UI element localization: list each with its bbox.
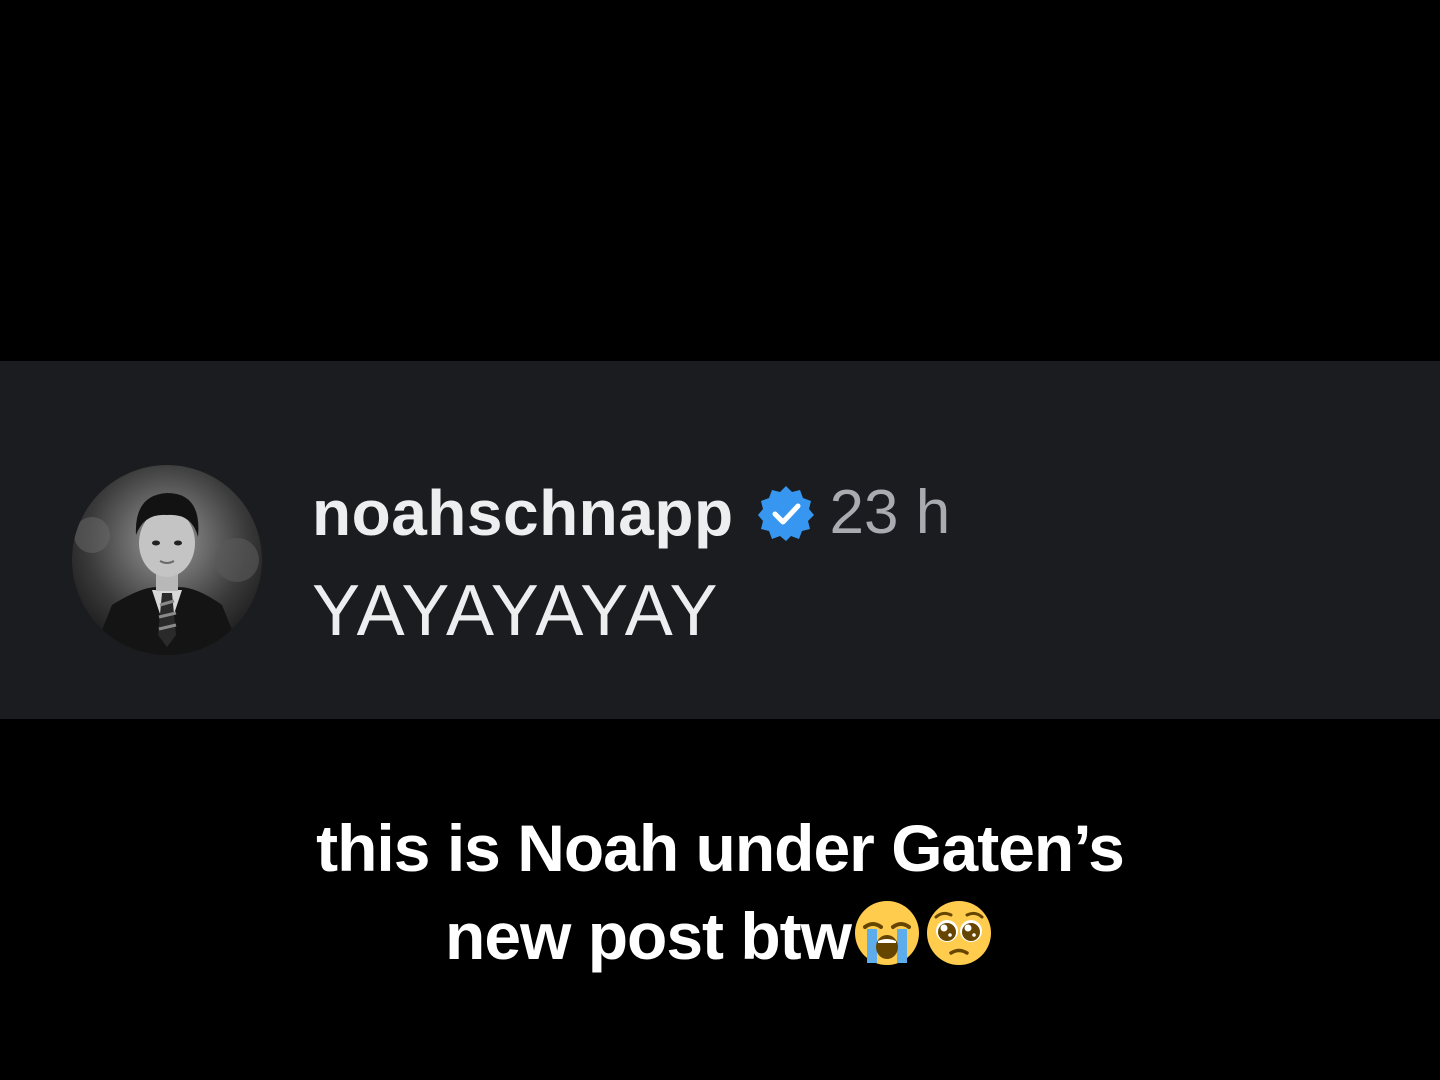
comment-body: noahschnapp 23 h YAYAYAYAY: [312, 473, 1400, 647]
username-link[interactable]: noahschnapp: [312, 481, 734, 545]
caption-line-2-text: new post btw: [445, 899, 852, 973]
caption-line-2: new post btw: [0, 892, 1440, 980]
caption-line-1: this is Noah under Gaten’s: [316, 811, 1125, 885]
comment-card: noahschnapp 23 h YAYAYAYAY: [0, 361, 1440, 719]
comment-meta: noahschnapp 23 h: [312, 473, 1400, 553]
video-frame: noahschnapp 23 h YAYAYAYAY this is Noah …: [0, 0, 1440, 1080]
video-caption: this is Noah under Gaten’s new post btw: [0, 804, 1440, 980]
pleading-face-icon: [923, 897, 995, 969]
profile-photo: [72, 465, 262, 655]
comment-text: YAYAYAYAY: [312, 571, 720, 651]
comment-timestamp: 23 h: [829, 478, 951, 547]
avatar[interactable]: [72, 465, 262, 655]
verified-badge-icon: [756, 483, 816, 543]
loudly-crying-face-icon: [851, 897, 923, 969]
